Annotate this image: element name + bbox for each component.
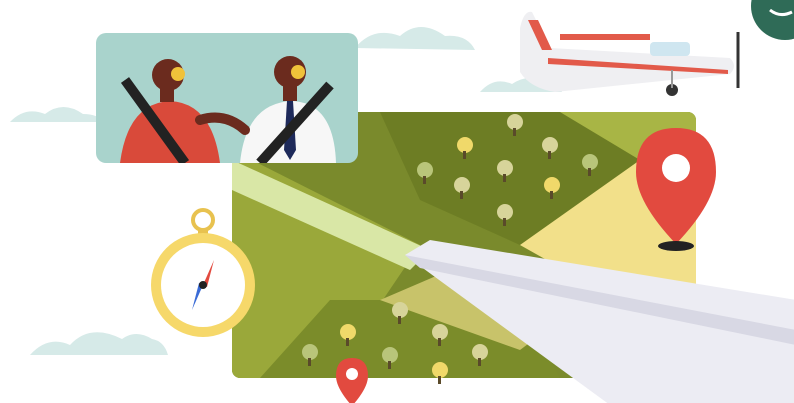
- pilot-cockpit-panel: [96, 33, 358, 163]
- cloud: [30, 332, 168, 355]
- corner-badge: [751, 0, 794, 40]
- cloud: [10, 107, 103, 122]
- location-pin-small: [336, 358, 368, 403]
- aviation-map-illustration: [0, 0, 794, 403]
- cloud: [355, 27, 475, 50]
- small-airplane: [520, 11, 740, 96]
